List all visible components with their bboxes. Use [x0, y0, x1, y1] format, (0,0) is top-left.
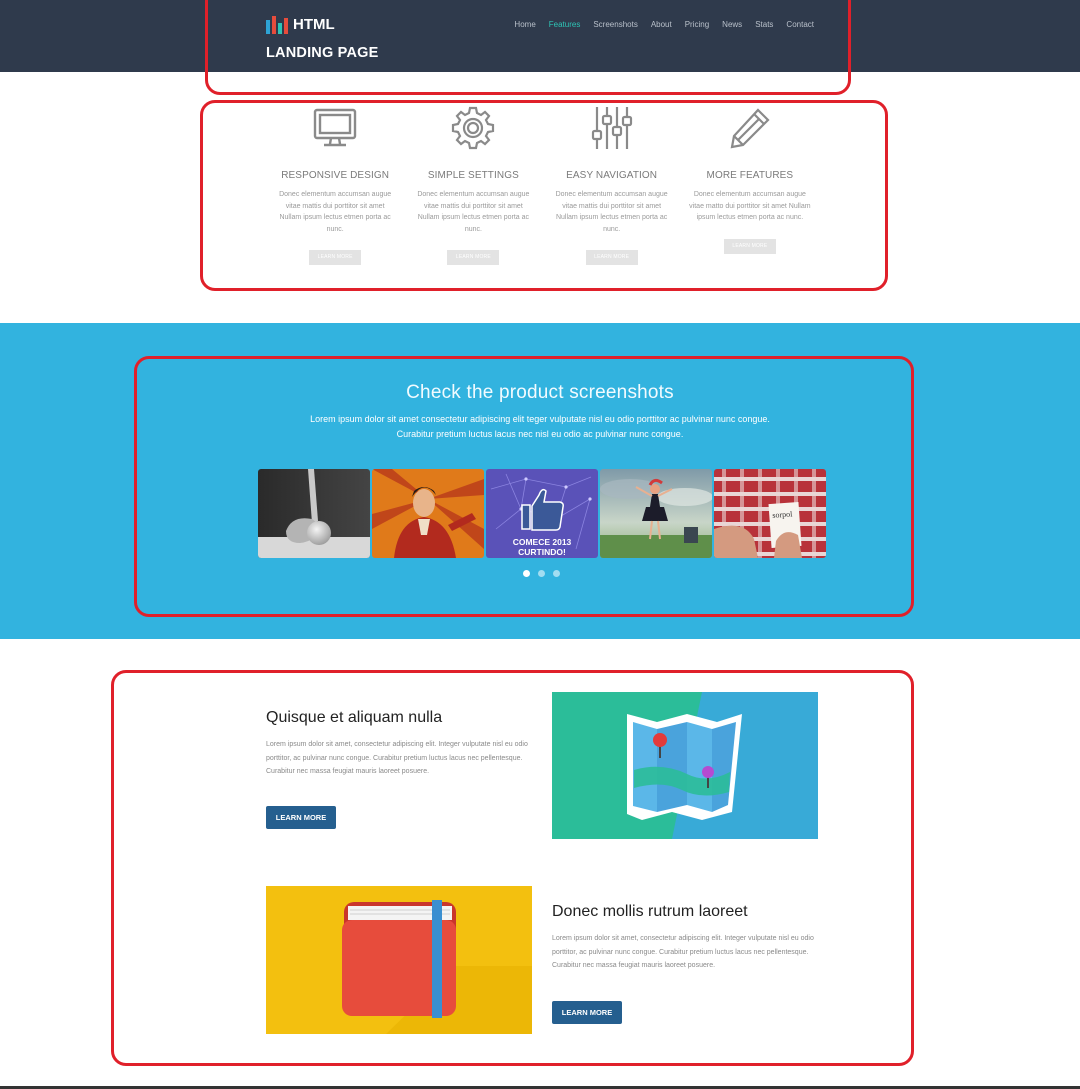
screenshots-title: Check the product screenshots — [406, 382, 674, 403]
logo[interactable]: HTML — [266, 16, 335, 34]
block-1-title: Quisque et aliquam nulla — [266, 709, 443, 726]
feature-description: Donec elementum accumsan augue vitae mat… — [689, 191, 811, 221]
feature-description: Donec elementum accumsan augue vitae mat… — [417, 191, 530, 233]
learn-more-button[interactable]: LEARN MORE — [447, 250, 500, 265]
learn-more-button[interactable]: LEARN MORE — [585, 250, 638, 265]
block-1-text: Lorem ipsum dolor sit amet, consectetur … — [266, 741, 528, 775]
nav-features[interactable]: Features — [549, 20, 581, 29]
feature-title: SIMPLE SETTINGS — [427, 170, 519, 181]
screenshot-carousel: COMECE 2013 CURTINDO! sorpol — [258, 469, 826, 558]
facebook-like-image[interactable]: COMECE 2013 CURTINDO! — [486, 469, 598, 558]
feature-title: RESPONSIVE DESIGN — [281, 170, 390, 181]
feature-title: EASY NAVIGATION — [566, 170, 658, 181]
feature-easy-navigation: EASY NAVIGATION Donec elementum accumsan… — [543, 104, 681, 274]
nav-pricing[interactable]: Pricing — [685, 20, 709, 29]
main-nav: Home Features Screenshots About Pricing … — [501, 20, 814, 29]
feature-description: Donec elementum accumsan augue vitae mat… — [279, 191, 392, 233]
card-text: sorpol — [772, 509, 793, 519]
business-card-photo[interactable]: sorpol — [714, 469, 826, 558]
carousel-dot-2[interactable] — [538, 570, 545, 577]
learn-more-button[interactable]: LEARN MORE — [723, 238, 776, 254]
thumb-caption-2: CURTINDO! — [518, 547, 566, 557]
nav-about[interactable]: About — [651, 20, 672, 29]
nav-contact[interactable]: Contact — [786, 20, 814, 29]
feature-more-features: MORE FEATURES Donec elementum accumsan a… — [681, 104, 819, 274]
header: HTML LANDING PAGE Home Features Screensh… — [0, 0, 1080, 72]
screenshots-description: Lorem ipsum dolor sit amet consectetur a… — [310, 414, 770, 439]
nav-stats[interactable]: Stats — [755, 20, 773, 29]
block-1-learn-more-button[interactable]: LEARN MORE — [266, 806, 336, 829]
block-2-title: Donec mollis rutrum laoreet — [552, 903, 748, 920]
logo-text: HTML — [293, 16, 335, 33]
dancer-photo[interactable] — [600, 469, 712, 558]
sliders-icon — [543, 104, 681, 152]
block-2-learn-more-button[interactable]: LEARN MORE — [552, 1001, 622, 1024]
map-illustration — [552, 692, 818, 839]
carousel-dots — [523, 570, 560, 577]
gear-icon — [404, 104, 542, 152]
feature-responsive-design: RESPONSIVE DESIGN Donec elementum accums… — [266, 104, 404, 274]
bar-chart-logo-icon — [266, 16, 288, 34]
feature-title: MORE FEATURES — [706, 170, 794, 181]
block-2-text: Lorem ipsum dolor sit amet, consectetur … — [552, 935, 814, 969]
screenshots-section: Check the product screenshots Lorem ipsu… — [0, 323, 1080, 639]
learn-more-button[interactable]: LEARN MORE — [309, 250, 362, 265]
thumb-caption-1: COMECE 2013 — [513, 537, 572, 547]
propaganda-poster-image[interactable] — [372, 469, 484, 558]
logo-subtitle: LANDING PAGE — [266, 45, 379, 61]
book-illustration — [266, 886, 532, 1034]
nav-home[interactable]: Home — [514, 20, 535, 29]
golf-club-photo[interactable] — [258, 469, 370, 558]
pencil-icon — [681, 104, 819, 152]
feature-simple-settings: SIMPLE SETTINGS Donec elementum accumsan… — [404, 104, 542, 274]
feature-description: Donec elementum accumsan augue vitae mat… — [555, 191, 668, 233]
nav-screenshots[interactable]: Screenshots — [593, 20, 637, 29]
nav-news[interactable]: News — [722, 20, 742, 29]
features-section: RESPONSIVE DESIGN Donec elementum accums… — [266, 104, 819, 274]
carousel-dot-3[interactable] — [553, 570, 560, 577]
carousel-dot-1[interactable] — [523, 570, 530, 577]
monitor-icon — [266, 104, 404, 152]
